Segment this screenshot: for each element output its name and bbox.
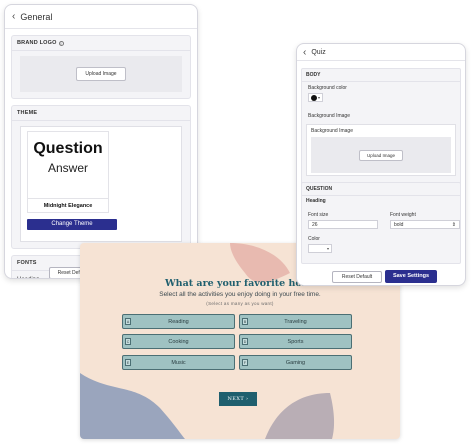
body-heading: BODY xyxy=(302,69,460,82)
fonts-heading: FONTS xyxy=(17,260,37,266)
option-cooking[interactable]: C Cooking xyxy=(122,334,235,349)
save-settings-button[interactable]: Save Settings xyxy=(385,270,437,283)
font-weight-label: Font weight xyxy=(390,212,416,218)
option-key: D xyxy=(242,338,248,345)
font-size-input[interactable]: 26 xyxy=(308,220,378,229)
theme-card-answer: Answer xyxy=(47,161,88,175)
theme-preview-box: Question Answer Midnight Elegance Change… xyxy=(20,126,182,242)
reset-default-button[interactable]: Reset Default xyxy=(332,271,382,283)
option-key: E xyxy=(125,359,131,366)
option-key: F xyxy=(242,359,248,366)
upload-bg-image-button[interactable]: Upload Image xyxy=(358,149,404,161)
option-label: Reading xyxy=(168,318,189,325)
chevron-left-icon[interactable]: ‹ xyxy=(12,11,15,22)
option-key: C xyxy=(125,338,131,345)
quiz-panel-title: Quiz xyxy=(311,48,326,56)
theme-card[interactable]: Question Answer Midnight Elegance xyxy=(27,131,109,213)
option-key: B xyxy=(242,318,248,325)
general-panel-header: ‹ General xyxy=(5,5,197,29)
option-gaming[interactable]: F Gaming xyxy=(239,355,352,370)
next-button[interactable]: NEXT › xyxy=(219,392,257,406)
chevron-left-icon[interactable]: ‹ xyxy=(303,47,306,58)
general-panel-title: General xyxy=(20,11,53,22)
question-color-picker[interactable]: ▾ xyxy=(308,244,332,253)
quiz-panel-header: ‹ Quiz xyxy=(297,44,465,61)
bg-image-box-label: Background Image xyxy=(311,128,353,134)
question-section: QUESTION Heading Font size 26 Font weigh… xyxy=(301,182,461,264)
theme-heading: THEME xyxy=(17,110,38,116)
font-weight-value: bold xyxy=(394,222,404,228)
option-music[interactable]: E Music xyxy=(122,355,235,370)
change-theme-button[interactable]: Change Theme xyxy=(27,219,117,230)
quiz-question-subtitle: Select all the activities you enjoy doin… xyxy=(159,291,321,298)
question-heading: QUESTION xyxy=(302,183,460,196)
option-label: Traveling xyxy=(284,318,307,325)
option-sports[interactable]: D Sports xyxy=(239,334,352,349)
quiz-settings-panel: ‹ Quiz BODY Background color ▾ Backgroun… xyxy=(296,43,466,286)
option-key: A xyxy=(125,318,131,325)
bg-color-label: Background color xyxy=(308,85,347,91)
font-weight-select[interactable]: bold ⇕ xyxy=(390,220,460,229)
quiz-question-hint: (Select as many as you want) xyxy=(206,301,274,306)
theme-card-question: Question xyxy=(33,140,103,157)
option-label: Gaming xyxy=(285,359,306,366)
upload-logo-button[interactable]: Upload Image xyxy=(76,67,126,81)
theme-section: THEME Question Answer Midnight Elegance … xyxy=(11,105,191,249)
bg-color-picker[interactable]: ▾ xyxy=(308,93,323,102)
color-swatch xyxy=(311,94,317,101)
question-subheading: Heading xyxy=(306,198,326,204)
bg-image-box: Background Image Upload Image xyxy=(306,124,456,176)
bg-image-upload-area[interactable]: Upload Image xyxy=(311,137,451,173)
bg-image-label: Background Image xyxy=(308,113,350,119)
logo-upload-area[interactable]: Upload Image xyxy=(20,56,182,92)
font-size-label: Font size xyxy=(308,212,329,218)
option-label: Sports xyxy=(287,338,304,345)
chevron-updown-icon: ⇕ xyxy=(451,222,456,228)
general-settings-panel: ‹ General BRAND LOGO i Upload Image THEM… xyxy=(4,4,198,279)
brand-logo-heading: BRAND LOGO xyxy=(17,40,57,46)
chevron-down-icon: ▾ xyxy=(326,246,329,251)
option-traveling[interactable]: B Traveling xyxy=(239,314,352,329)
option-reading[interactable]: A Reading xyxy=(122,314,235,329)
brand-logo-section: BRAND LOGO i Upload Image xyxy=(11,35,191,99)
chevron-down-icon: ▾ xyxy=(318,95,321,100)
theme-name: Midnight Elegance xyxy=(28,198,108,212)
option-label: Music xyxy=(171,359,186,366)
option-label: Cooking xyxy=(168,338,189,345)
color-label: Color xyxy=(308,236,320,242)
info-icon[interactable]: i xyxy=(58,40,64,46)
